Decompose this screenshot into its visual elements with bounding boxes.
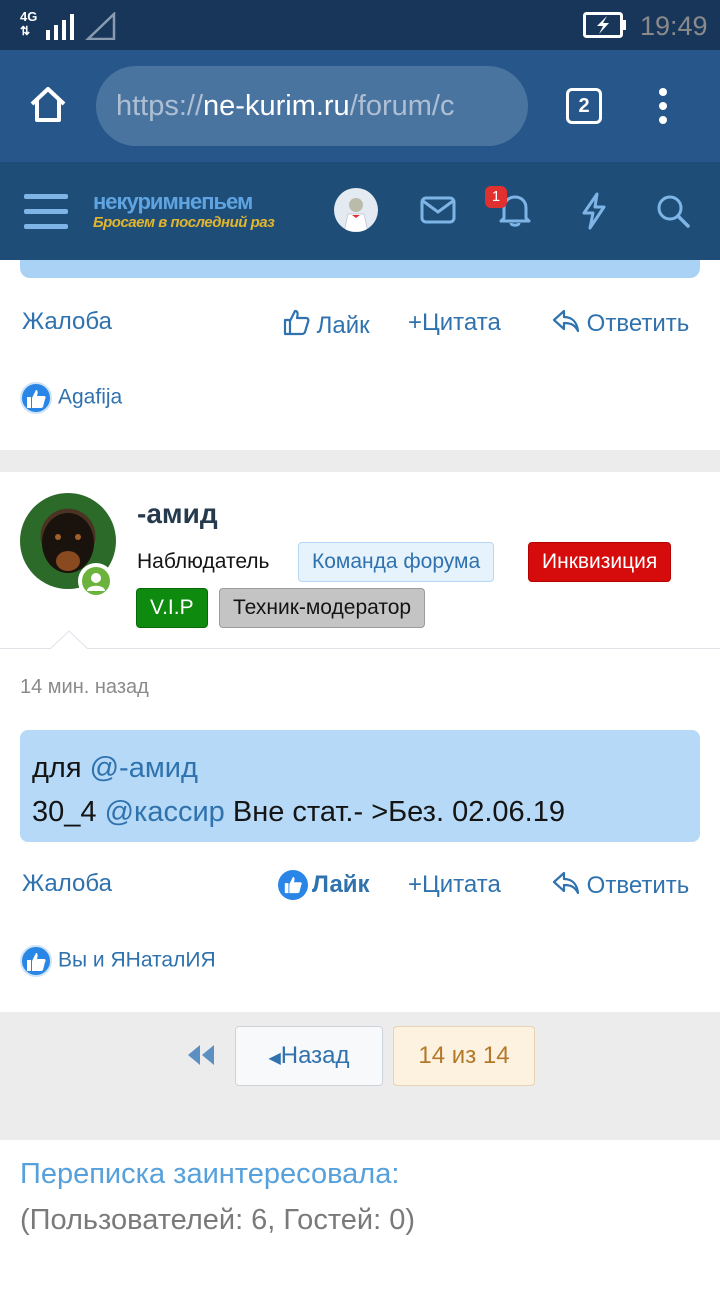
reply-label: Ответить [586, 309, 690, 337]
status-bar: 4G ⇅ 19:49 [0, 0, 720, 50]
thumbs-up-icon [283, 309, 310, 336]
post-timestamp[interactable]: 14 мин. назад [20, 676, 149, 699]
quote-button[interactable]: +Цитата [408, 870, 501, 899]
post-author[interactable]: -амид [137, 498, 218, 530]
site-logo-title[interactable]: некуримнепьем [93, 189, 253, 215]
viewers-count: (Пользователей: 6, Гостей: 0) [20, 1204, 415, 1236]
liked-icon [278, 870, 308, 900]
reply-icon [552, 871, 580, 895]
user-mention[interactable]: @кассир [105, 796, 225, 828]
divider [0, 648, 720, 649]
arrow-pointer [50, 630, 88, 650]
user-title: Наблюдатель [137, 550, 270, 573]
forum-header: некуримнепьем Бросаем в последний раз 1 [0, 162, 720, 260]
mail-icon[interactable] [420, 196, 456, 224]
quote-button[interactable]: +Цитата [408, 308, 501, 337]
likers-text: Agafija [58, 385, 123, 409]
search-icon[interactable] [655, 193, 691, 229]
home-icon[interactable] [28, 85, 68, 125]
browser-toolbar: https://ne-kurim.ru/forum/c 2 [0, 50, 720, 162]
notification-badge: 1 [485, 186, 507, 208]
menu-icon[interactable] [24, 193, 68, 231]
signal-icon [46, 12, 116, 40]
user-banner: Техник-модератор [219, 588, 426, 628]
user-banner: V.I.P [136, 588, 208, 628]
like-label: Лайк [316, 311, 370, 339]
reply-button[interactable]: Ответить [552, 870, 689, 900]
user-banner: Команда форума [298, 542, 495, 582]
user-banner: Инквизиция [528, 542, 672, 582]
network-type: 4G ⇅ [20, 9, 38, 39]
forum-post: -амид Наблюдатель Команда форума Инквизи… [0, 472, 720, 1012]
report-link[interactable]: Жалоба [22, 870, 112, 898]
likes-summary[interactable]: Вы и ЯНаталИЯ [20, 945, 216, 979]
like-button[interactable]: Лайк [282, 308, 370, 340]
clock: 19:49 [640, 11, 708, 41]
quote-label: Цитата [422, 870, 501, 898]
post-actions: Жалоба Лайк +Цитата Ответить [0, 870, 720, 910]
more-menu-icon[interactable] [655, 88, 671, 124]
reply-label: Ответить [586, 871, 690, 899]
likes-summary[interactable]: Agafija [20, 382, 122, 416]
report-link[interactable]: Жалоба [22, 308, 112, 336]
like-reaction-icon [20, 382, 52, 414]
page-indicator[interactable]: 14 из 14 [393, 1026, 535, 1086]
like-button[interactable]: Лайк [278, 870, 370, 900]
like-reaction-icon [20, 945, 52, 977]
user-avatar[interactable] [334, 188, 378, 232]
message-body [20, 260, 700, 278]
pagination: ◀Назад 14 из 14 [0, 1012, 720, 1140]
plus-icon: + [408, 308, 423, 336]
plus-icon: + [408, 870, 423, 898]
quote-label: Цитата [422, 308, 501, 336]
user-mention[interactable]: @-амид [90, 752, 198, 784]
thread-viewers: Переписка заинтересовала: (Пользователей… [0, 1140, 720, 1290]
tab-switcher-button[interactable]: 2 [566, 88, 602, 124]
online-status-indicator [78, 563, 114, 599]
first-page-icon[interactable] [186, 1044, 216, 1066]
caret-left-icon: ◀ [268, 1050, 281, 1067]
lightning-icon[interactable] [580, 192, 608, 230]
reply-icon [552, 309, 580, 333]
site-logo-tagline: Бросаем в последний раз [93, 214, 275, 231]
like-label: Лайк [312, 871, 370, 898]
url-bar[interactable]: https://ne-kurim.ru/forum/c [96, 66, 528, 146]
post-actions: Жалоба Лайк +Цитата Ответить [0, 308, 720, 348]
reply-button[interactable]: Ответить [552, 308, 689, 338]
likers-text: Вы и ЯНаталИЯ [58, 948, 216, 972]
previous-post: Жалоба Лайк +Цитата Ответить Agafija [0, 260, 720, 450]
message-body: для @-амид 30_4 @кассир Вне стат.- >Без.… [20, 730, 700, 842]
viewers-title: Переписка заинтересовала: [20, 1158, 400, 1190]
battery-icon [583, 12, 626, 38]
prev-page-button[interactable]: ◀Назад [235, 1026, 383, 1086]
